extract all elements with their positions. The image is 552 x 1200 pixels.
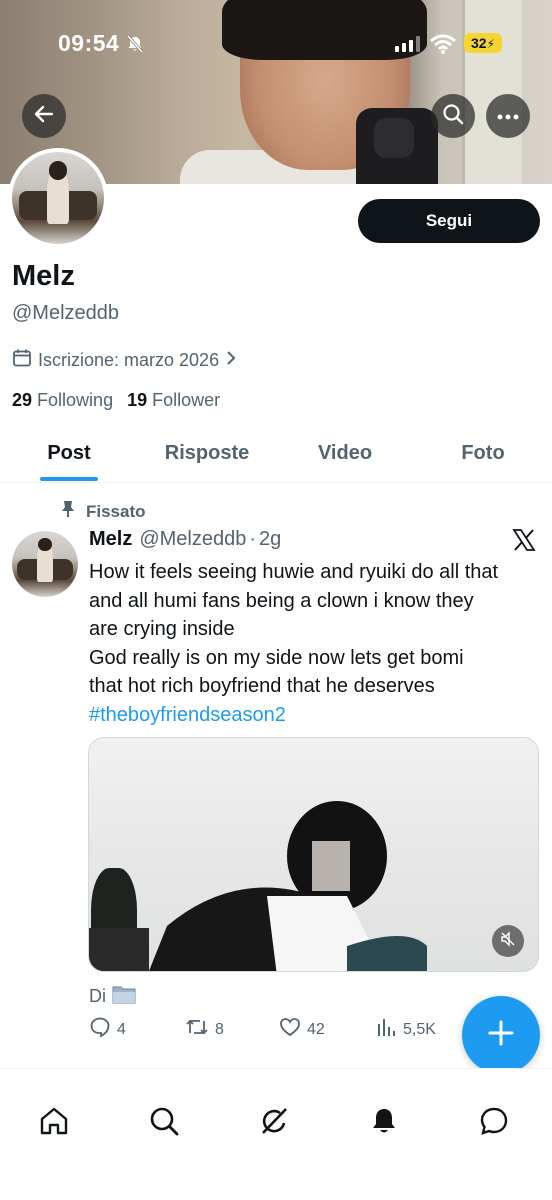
post-header: Melz @Melzeddb · 2g <box>89 528 281 551</box>
bell-off-icon <box>125 34 145 59</box>
follower-count: 19 <box>127 390 148 410</box>
follower-label: Follower <box>152 390 221 410</box>
compose-button[interactable] <box>462 996 540 1074</box>
home-icon <box>38 1105 70 1142</box>
repost-count: 8 <box>215 1020 224 1038</box>
nav-messages[interactable] <box>476 1105 512 1141</box>
reply-button[interactable]: 4 <box>89 1016 126 1043</box>
x-logo-icon[interactable] <box>512 528 536 557</box>
more-button[interactable] <box>486 94 530 138</box>
grok-icon <box>258 1105 290 1142</box>
reply-count: 4 <box>117 1020 126 1038</box>
heart-icon <box>279 1016 301 1043</box>
post-text-line: are crying inside <box>89 618 235 640</box>
avatar-image <box>12 152 104 244</box>
follow-counts: 29 Following 19 Follower <box>12 390 220 411</box>
battery-level: 32 <box>470 35 487 51</box>
wifi-icon <box>430 34 456 59</box>
views-count: 5,5K <box>403 1020 436 1038</box>
folder-icon <box>112 984 136 1009</box>
mute-button[interactable] <box>492 925 524 957</box>
following-label: Following <box>37 390 114 410</box>
profile-avatar[interactable] <box>8 148 108 248</box>
arrow-left-icon <box>33 103 55 130</box>
pinned-label: Fissato <box>86 501 146 521</box>
post-text[interactable]: How it feels seeing huwie and ryuiki do … <box>89 558 539 729</box>
calendar-icon <box>12 348 32 373</box>
pin-icon <box>60 500 76 523</box>
post-source-label: Di <box>89 986 106 1006</box>
video-pot <box>89 928 149 971</box>
nav-search[interactable] <box>146 1105 182 1141</box>
tab-foto[interactable]: Foto <box>414 430 552 482</box>
tab-post[interactable]: Post <box>0 430 138 482</box>
post-author-name[interactable]: Melz <box>89 528 132 551</box>
repost-button[interactable]: 8 <box>185 1016 224 1043</box>
profile-handle: @Melzeddb <box>12 302 120 324</box>
post-time: 2g <box>259 528 282 550</box>
post-avatar[interactable] <box>12 531 78 597</box>
post-hashtag[interactable]: #theboyfriendseason2 <box>89 701 539 730</box>
follow-button[interactable]: Segui <box>358 199 540 243</box>
signal-icon <box>395 36 421 57</box>
nav-notifications[interactable] <box>366 1105 402 1141</box>
charging-icon: ⚡ <box>486 37 495 51</box>
like-button[interactable]: 42 <box>279 1016 325 1043</box>
join-date[interactable]: Iscrizione: marzo 2026 <box>12 348 237 373</box>
volume-off-icon <box>500 930 516 952</box>
like-count: 42 <box>307 1020 325 1038</box>
post-actions: 4 8 42 5,5K <box>89 1016 469 1044</box>
messages-icon <box>478 1105 510 1142</box>
join-date-text: Iscrizione: marzo 2026 <box>38 350 220 370</box>
views-button[interactable]: 5,5K <box>375 1016 436 1043</box>
battery-indicator: 32⚡ <box>464 33 502 53</box>
post-video[interactable] <box>88 737 539 972</box>
more-icon <box>497 107 519 125</box>
bottom-nav <box>0 1068 552 1200</box>
status-time: 09:54 <box>58 30 120 56</box>
nav-grok[interactable] <box>256 1105 292 1141</box>
banner-phone-camera <box>374 118 414 158</box>
chevron-right-icon <box>225 350 237 371</box>
plus-icon <box>487 1019 515 1052</box>
post-text-line: How it feels seeing huwie and ryuiki do … <box>89 561 499 583</box>
status-bar: 09:54 32⚡ <box>0 28 552 62</box>
video-figure <box>149 801 427 971</box>
reply-icon <box>89 1016 111 1043</box>
followers-link[interactable]: 19 Follower <box>127 390 220 411</box>
search-icon <box>148 1105 180 1142</box>
post-text-line: that hot rich boyfriend that he deserves <box>89 675 435 697</box>
search-button[interactable] <box>431 94 475 138</box>
nav-home[interactable] <box>36 1105 72 1141</box>
tab-risposte[interactable]: Risposte <box>138 430 276 482</box>
tab-video[interactable]: Video <box>276 430 414 482</box>
search-icon <box>442 103 464 130</box>
following-link[interactable]: 29 Following <box>12 390 113 411</box>
profile-name: Melz <box>12 260 75 292</box>
views-icon <box>375 1016 397 1043</box>
post-source: Di <box>89 984 136 1009</box>
profile-tabs: Post Risposte Video Foto <box>0 430 552 483</box>
repost-icon <box>185 1016 209 1043</box>
post-separator: · <box>249 528 257 550</box>
post-avatar-image <box>12 531 78 597</box>
back-button[interactable] <box>22 94 66 138</box>
post-author-handle[interactable]: @Melzeddb <box>139 528 246 551</box>
post-text-line: God really is on my side now lets get bo… <box>89 646 464 669</box>
following-count: 29 <box>12 390 33 410</box>
post-text-line: and all humi fans being a clown i know t… <box>89 589 474 612</box>
notifications-icon <box>368 1105 400 1142</box>
pinned-indicator: Fissato <box>60 500 146 523</box>
